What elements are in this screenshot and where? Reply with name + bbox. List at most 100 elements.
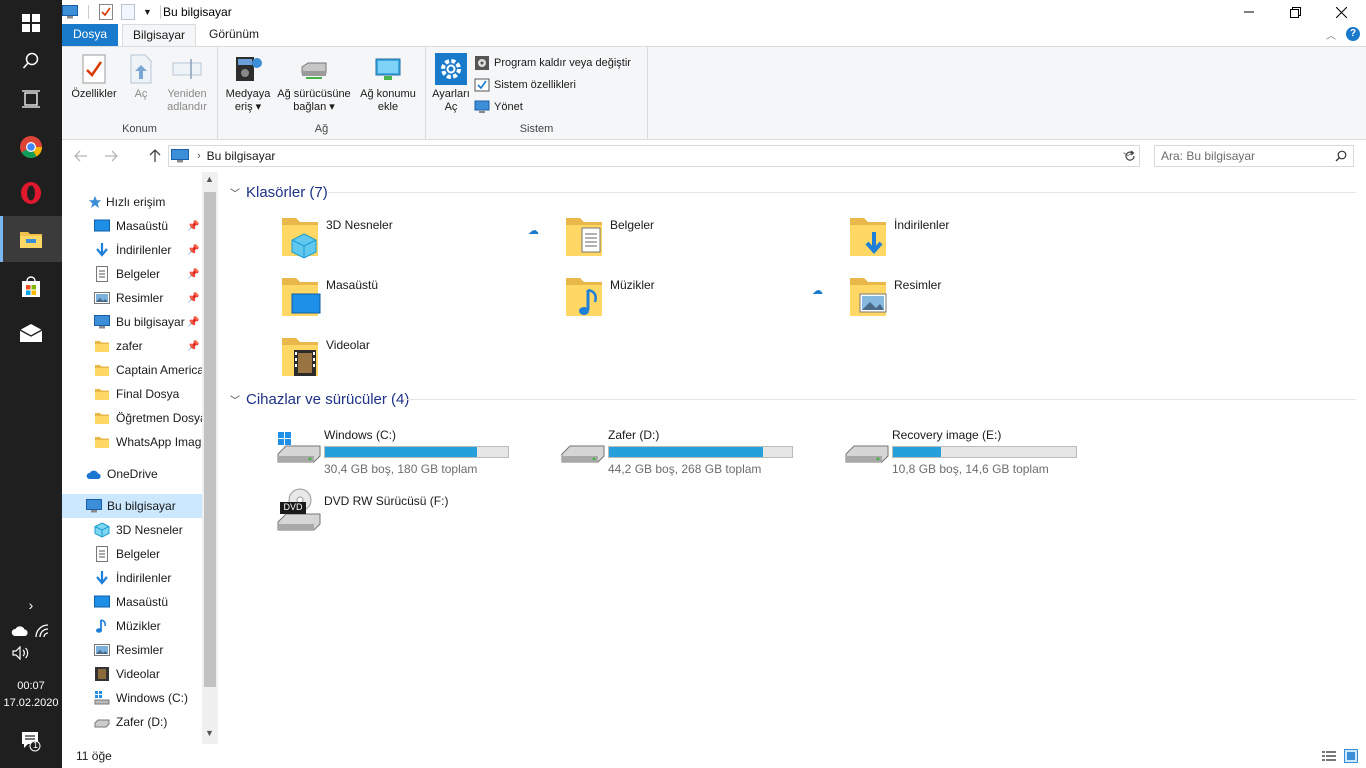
- properties-icon: [82, 54, 106, 84]
- nav-item-label: 3D Nesneler: [116, 523, 183, 537]
- drive-usage-bar: [892, 446, 1077, 458]
- help-button[interactable]: ?: [1346, 27, 1360, 41]
- ribbon-tabs: Dosya Bilgisayar Görünüm ︿ ?: [62, 24, 1366, 46]
- search-icon[interactable]: [1335, 150, 1347, 162]
- address-bar[interactable]: › Bu bilgisayar ﹀: [168, 145, 1140, 167]
- drive-tile-dvd-f[interactable]: DVD DVD RW Sürücüsü (F:): [276, 488, 560, 544]
- uninstall-program-button[interactable]: Program kaldır veya değiştir: [474, 53, 631, 73]
- devices-section-header[interactable]: ﹀ Cihazlar ve sürücüler (4): [230, 387, 409, 411]
- cloud-sync-icon: ☁: [812, 285, 823, 297]
- wifi-icon[interactable]: [35, 624, 51, 638]
- nav-quick-access[interactable]: Hızlı erişim: [62, 190, 202, 214]
- details-view-icon[interactable]: [1322, 750, 1336, 762]
- task-view-button[interactable]: [0, 76, 62, 122]
- file-explorer-taskbar-button[interactable]: [0, 216, 62, 262]
- action-center-button[interactable]: 1: [0, 718, 62, 764]
- nav-pc-pictures[interactable]: Resimler: [62, 638, 202, 662]
- map-network-drive-button[interactable]: Ağ sürücüsüne bağlan ▾: [274, 53, 354, 114]
- back-button[interactable]: [70, 146, 92, 166]
- show-hidden-icons-chevron-icon[interactable]: ›: [0, 594, 62, 616]
- up-button[interactable]: [144, 146, 166, 166]
- nav-pc-zafer-d[interactable]: Zafer (D:): [62, 710, 202, 734]
- folder-tile-videos[interactable]: Videolar: [278, 332, 562, 388]
- drive-name: Windows (C:): [324, 428, 397, 442]
- mail-icon: [19, 324, 43, 342]
- nav-item-downloads[interactable]: İndirilenler 📌: [62, 238, 202, 262]
- nav-pc-desktop[interactable]: Masaüstü: [62, 590, 202, 614]
- access-media-button[interactable]: Medyaya eriş ▾: [222, 53, 274, 114]
- open-button[interactable]: Aç: [126, 53, 156, 101]
- forward-arrow-icon: [105, 150, 118, 162]
- folders-section-header[interactable]: ﹀ Klasörler (7): [230, 180, 328, 204]
- properties-icon[interactable]: [99, 4, 113, 20]
- nav-item-this-pc-pinned[interactable]: Bu bilgisayar 📌: [62, 310, 202, 334]
- rename-button[interactable]: Yeniden adlandır: [162, 53, 212, 114]
- folder-tile-desktop[interactable]: Masaüstü: [278, 272, 562, 328]
- volume-icon[interactable]: [0, 642, 62, 664]
- onedrive-tray-icon[interactable]: [11, 625, 29, 637]
- opera-taskbar-button[interactable]: [0, 170, 62, 216]
- nav-pc-3d-objects[interactable]: 3D Nesneler: [62, 518, 202, 542]
- clock-time[interactable]: 00:07: [0, 680, 62, 692]
- mail-taskbar-button[interactable]: [0, 310, 62, 356]
- chrome-taskbar-button[interactable]: [0, 124, 62, 170]
- open-settings-button[interactable]: Ayarları Aç: [430, 53, 472, 114]
- minimize-ribbon-chevron-icon[interactable]: ︿: [1326, 27, 1336, 42]
- new-folder-icon[interactable]: [121, 4, 135, 20]
- manage-button[interactable]: Yönet: [474, 97, 523, 117]
- nav-item-pictures[interactable]: Resimler 📌: [62, 286, 202, 310]
- media-icon: [236, 57, 262, 81]
- drive-tile-windows-c[interactable]: Windows (C:) 30,4 GB boş, 180 GB toplam: [276, 422, 560, 478]
- nav-pc-music[interactable]: Müzikler: [62, 614, 202, 638]
- tab-computer[interactable]: Bilgisayar: [122, 24, 197, 46]
- scroll-up-arrow-icon[interactable]: ▲: [205, 174, 214, 184]
- videos-folder-icon: [282, 338, 318, 376]
- nav-item-captain-america[interactable]: Captain America: [62, 358, 202, 382]
- system-properties-button[interactable]: Sistem özellikleri: [474, 75, 576, 95]
- nav-item-whatsapp[interactable]: WhatsApp Imag: [62, 430, 202, 454]
- navigation-scrollbar[interactable]: ▲ ▼: [202, 172, 218, 744]
- nav-item-zafer[interactable]: zafer 📌: [62, 334, 202, 358]
- nav-pc-documents[interactable]: Belgeler: [62, 542, 202, 566]
- search-input[interactable]: [1161, 146, 1331, 166]
- clock-date[interactable]: 17.02.2020: [0, 697, 62, 709]
- customize-toolbar-dropdown-icon[interactable]: ▼: [143, 7, 152, 17]
- nav-onedrive[interactable]: OneDrive: [62, 462, 202, 486]
- scroll-down-arrow-icon[interactable]: ▼: [205, 728, 214, 738]
- folder-tile-documents[interactable]: Belgeler: [562, 212, 846, 268]
- scrollbar-thumb[interactable]: [204, 192, 216, 687]
- nav-item-ogretmen-dosya[interactable]: Öğretmen Dosya: [62, 406, 202, 430]
- forward-button[interactable]: [100, 146, 122, 166]
- folder-tile-downloads[interactable]: İndirilenler: [846, 212, 1130, 268]
- nav-item-final-dosya[interactable]: Final Dosya: [62, 382, 202, 406]
- properties-button[interactable]: Özellikler: [68, 53, 120, 101]
- document-icon: [96, 546, 108, 562]
- nav-item-desktop[interactable]: Masaüstü 📌: [62, 214, 202, 238]
- large-icons-view-icon[interactable]: [1344, 749, 1358, 763]
- tab-view[interactable]: Görünüm: [199, 24, 269, 46]
- drive-tile-recovery-e[interactable]: Recovery image (E:) 10,8 GB boş, 14,6 GB…: [844, 422, 1128, 478]
- folder-tile-3d-objects[interactable]: 3D Nesneler ☁: [278, 212, 562, 268]
- nav-pc-windows-c[interactable]: Windows (C:): [62, 686, 202, 710]
- drive-tile-zafer-d[interactable]: Zafer (D:) 44,2 GB boş, 268 GB toplam: [560, 422, 844, 478]
- nav-this-pc[interactable]: Bu bilgisayar: [62, 494, 202, 518]
- restore-button[interactable]: [1272, 0, 1318, 24]
- close-button[interactable]: [1318, 0, 1364, 24]
- breadcrumb-separator-icon[interactable]: ›: [197, 150, 201, 162]
- nav-item-label: Masaüstü: [116, 595, 169, 609]
- nav-pc-videos[interactable]: Videolar: [62, 662, 202, 686]
- minimize-button[interactable]: [1226, 0, 1272, 24]
- nav-item-label: Belgeler: [116, 267, 161, 281]
- folder-tile-music[interactable]: Müzikler ☁: [562, 272, 846, 328]
- nav-item-documents[interactable]: Belgeler 📌: [62, 262, 202, 286]
- folder-tile-pictures[interactable]: Resimler: [846, 272, 1130, 328]
- refresh-button[interactable]: [1124, 150, 1140, 164]
- add-network-location-button[interactable]: Ağ konumu ekle: [354, 53, 422, 114]
- map-drive-label-2: bağlan ▾: [293, 101, 335, 113]
- nav-pc-downloads[interactable]: İndirilenler: [62, 566, 202, 590]
- tab-file[interactable]: Dosya: [62, 24, 118, 46]
- breadcrumb-this-pc[interactable]: Bu bilgisayar: [207, 149, 276, 163]
- store-taskbar-button[interactable]: [0, 264, 62, 310]
- drive-usage-fill: [609, 447, 763, 457]
- computer-icon[interactable]: [62, 5, 78, 19]
